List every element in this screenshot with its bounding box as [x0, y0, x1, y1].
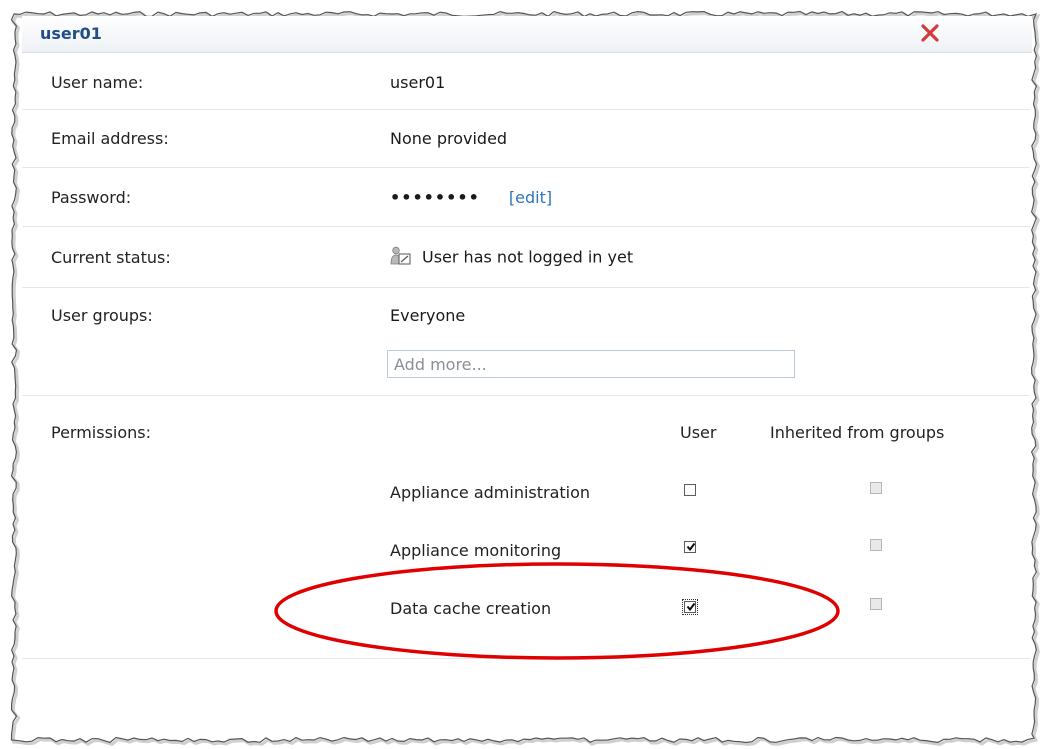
user-checkbox-appliance-administration[interactable]	[684, 484, 696, 496]
column-header-user: User	[680, 423, 717, 442]
user-name-row: User name: user01	[22, 54, 1030, 110]
password-row: Password: •••••••• [edit]	[22, 168, 1030, 227]
user-checkbox-appliance-monitoring[interactable]	[684, 541, 696, 553]
group-everyone-link[interactable]: Everyone	[390, 306, 465, 325]
checkmark-icon	[686, 602, 696, 612]
column-header-inherited: Inherited from groups	[770, 423, 945, 442]
email-row: Email address: None provided	[22, 110, 1030, 168]
user-groups-label: User groups:	[51, 306, 153, 325]
status-row: Current status: User has not logged in y…	[22, 227, 1030, 288]
user-name-label: User name:	[51, 73, 144, 92]
permission-label-appliance-monitoring: Appliance monitoring	[390, 541, 562, 560]
password-value: •••••••• [edit]	[390, 188, 552, 207]
permission-label-data-cache-creation: Data cache creation	[390, 599, 552, 618]
inherited-checkbox-appliance-administration	[870, 482, 882, 494]
email-value: None provided	[390, 129, 508, 148]
user-name-value: user01	[390, 73, 446, 92]
user-checkbox-data-cache-creation[interactable]	[682, 599, 698, 615]
status-text: User has not logged in yet	[422, 247, 634, 267]
user-detail-panel: user01 User name: user01 Email address: …	[0, 0, 1048, 749]
panel-header: user01	[22, 16, 1032, 53]
inherited-checkbox-appliance-monitoring	[870, 539, 882, 551]
password-label: Password:	[51, 188, 132, 207]
edit-password-link[interactable]: [edit]	[509, 188, 552, 207]
user-groups-row: User groups: Everyone	[22, 288, 1030, 396]
close-x-icon	[921, 24, 939, 42]
status-label: Current status:	[51, 248, 171, 267]
checkmark-icon	[686, 542, 696, 552]
user-status-icon	[390, 246, 412, 270]
panel-title: user01	[40, 24, 102, 43]
password-mask: ••••••••	[390, 188, 480, 207]
permissions-row: Permissions: User Inherited from groups …	[22, 396, 1030, 659]
status-value: User has not logged in yet	[390, 246, 633, 270]
inherited-checkbox-data-cache-creation	[870, 598, 882, 610]
email-label: Email address:	[51, 129, 169, 148]
close-button[interactable]	[917, 20, 943, 46]
add-group-container	[22, 350, 1030, 380]
permissions-label: Permissions:	[51, 423, 152, 442]
permission-label-appliance-administration: Appliance administration	[390, 483, 591, 502]
add-group-input[interactable]	[387, 350, 795, 378]
